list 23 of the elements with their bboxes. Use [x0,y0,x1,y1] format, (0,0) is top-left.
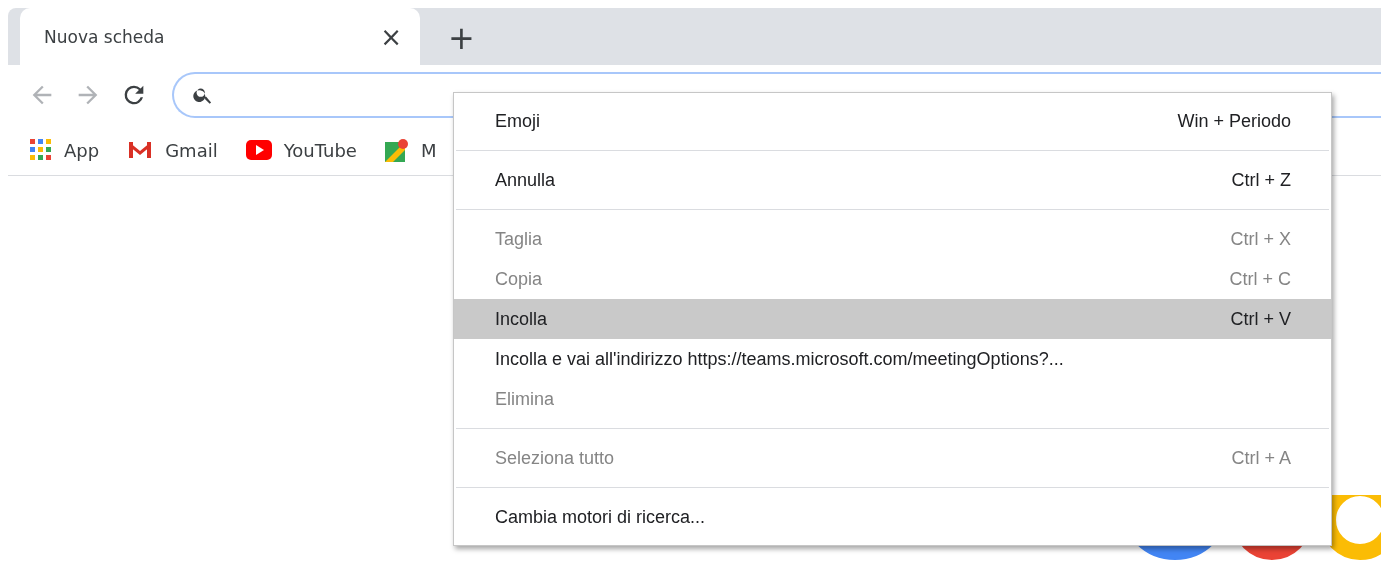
bookmark-link[interactable]: YouTube [245,139,357,161]
shortcut-label: Ctrl + X [1230,228,1291,250]
bookmark-link[interactable]: Gmail [127,139,218,161]
menu-item[interactable]: Incolla e vai all'indirizzo https://teams.microsoft.com/meetingOptions?... [454,339,1331,379]
tab-title: Nuova scheda [44,26,165,47]
menu-item[interactable]: Annulla Ctrl + Z [454,160,1331,200]
envelope-icon [127,140,154,160]
browser-tab[interactable]: Nuova scheda × [20,8,420,65]
apps-grid-icon [30,139,52,161]
shortcut-label: Ctrl + C [1229,268,1291,290]
menu-item[interactable]: Emoji Win + Periodo [454,101,1331,141]
shortcut-label: Ctrl + Z [1231,169,1291,191]
shortcut-label: Win + Periodo [1177,110,1291,132]
new-tab-button[interactable]: + [442,19,481,57]
play-icon [245,140,272,160]
shortcut-label: Ctrl + V [1230,308,1291,330]
close-tab-button[interactable]: × [376,21,406,52]
menu-item[interactable]: Cambia motori di ricerca... [454,497,1331,537]
menu-item[interactable]: Incolla Ctrl + V [454,299,1331,339]
bookmark-link[interactable]: M [384,138,437,162]
map-pin-icon [384,138,409,162]
bookmark-link[interactable]: App [30,139,100,161]
shortcut-label: Ctrl + A [1231,447,1291,469]
